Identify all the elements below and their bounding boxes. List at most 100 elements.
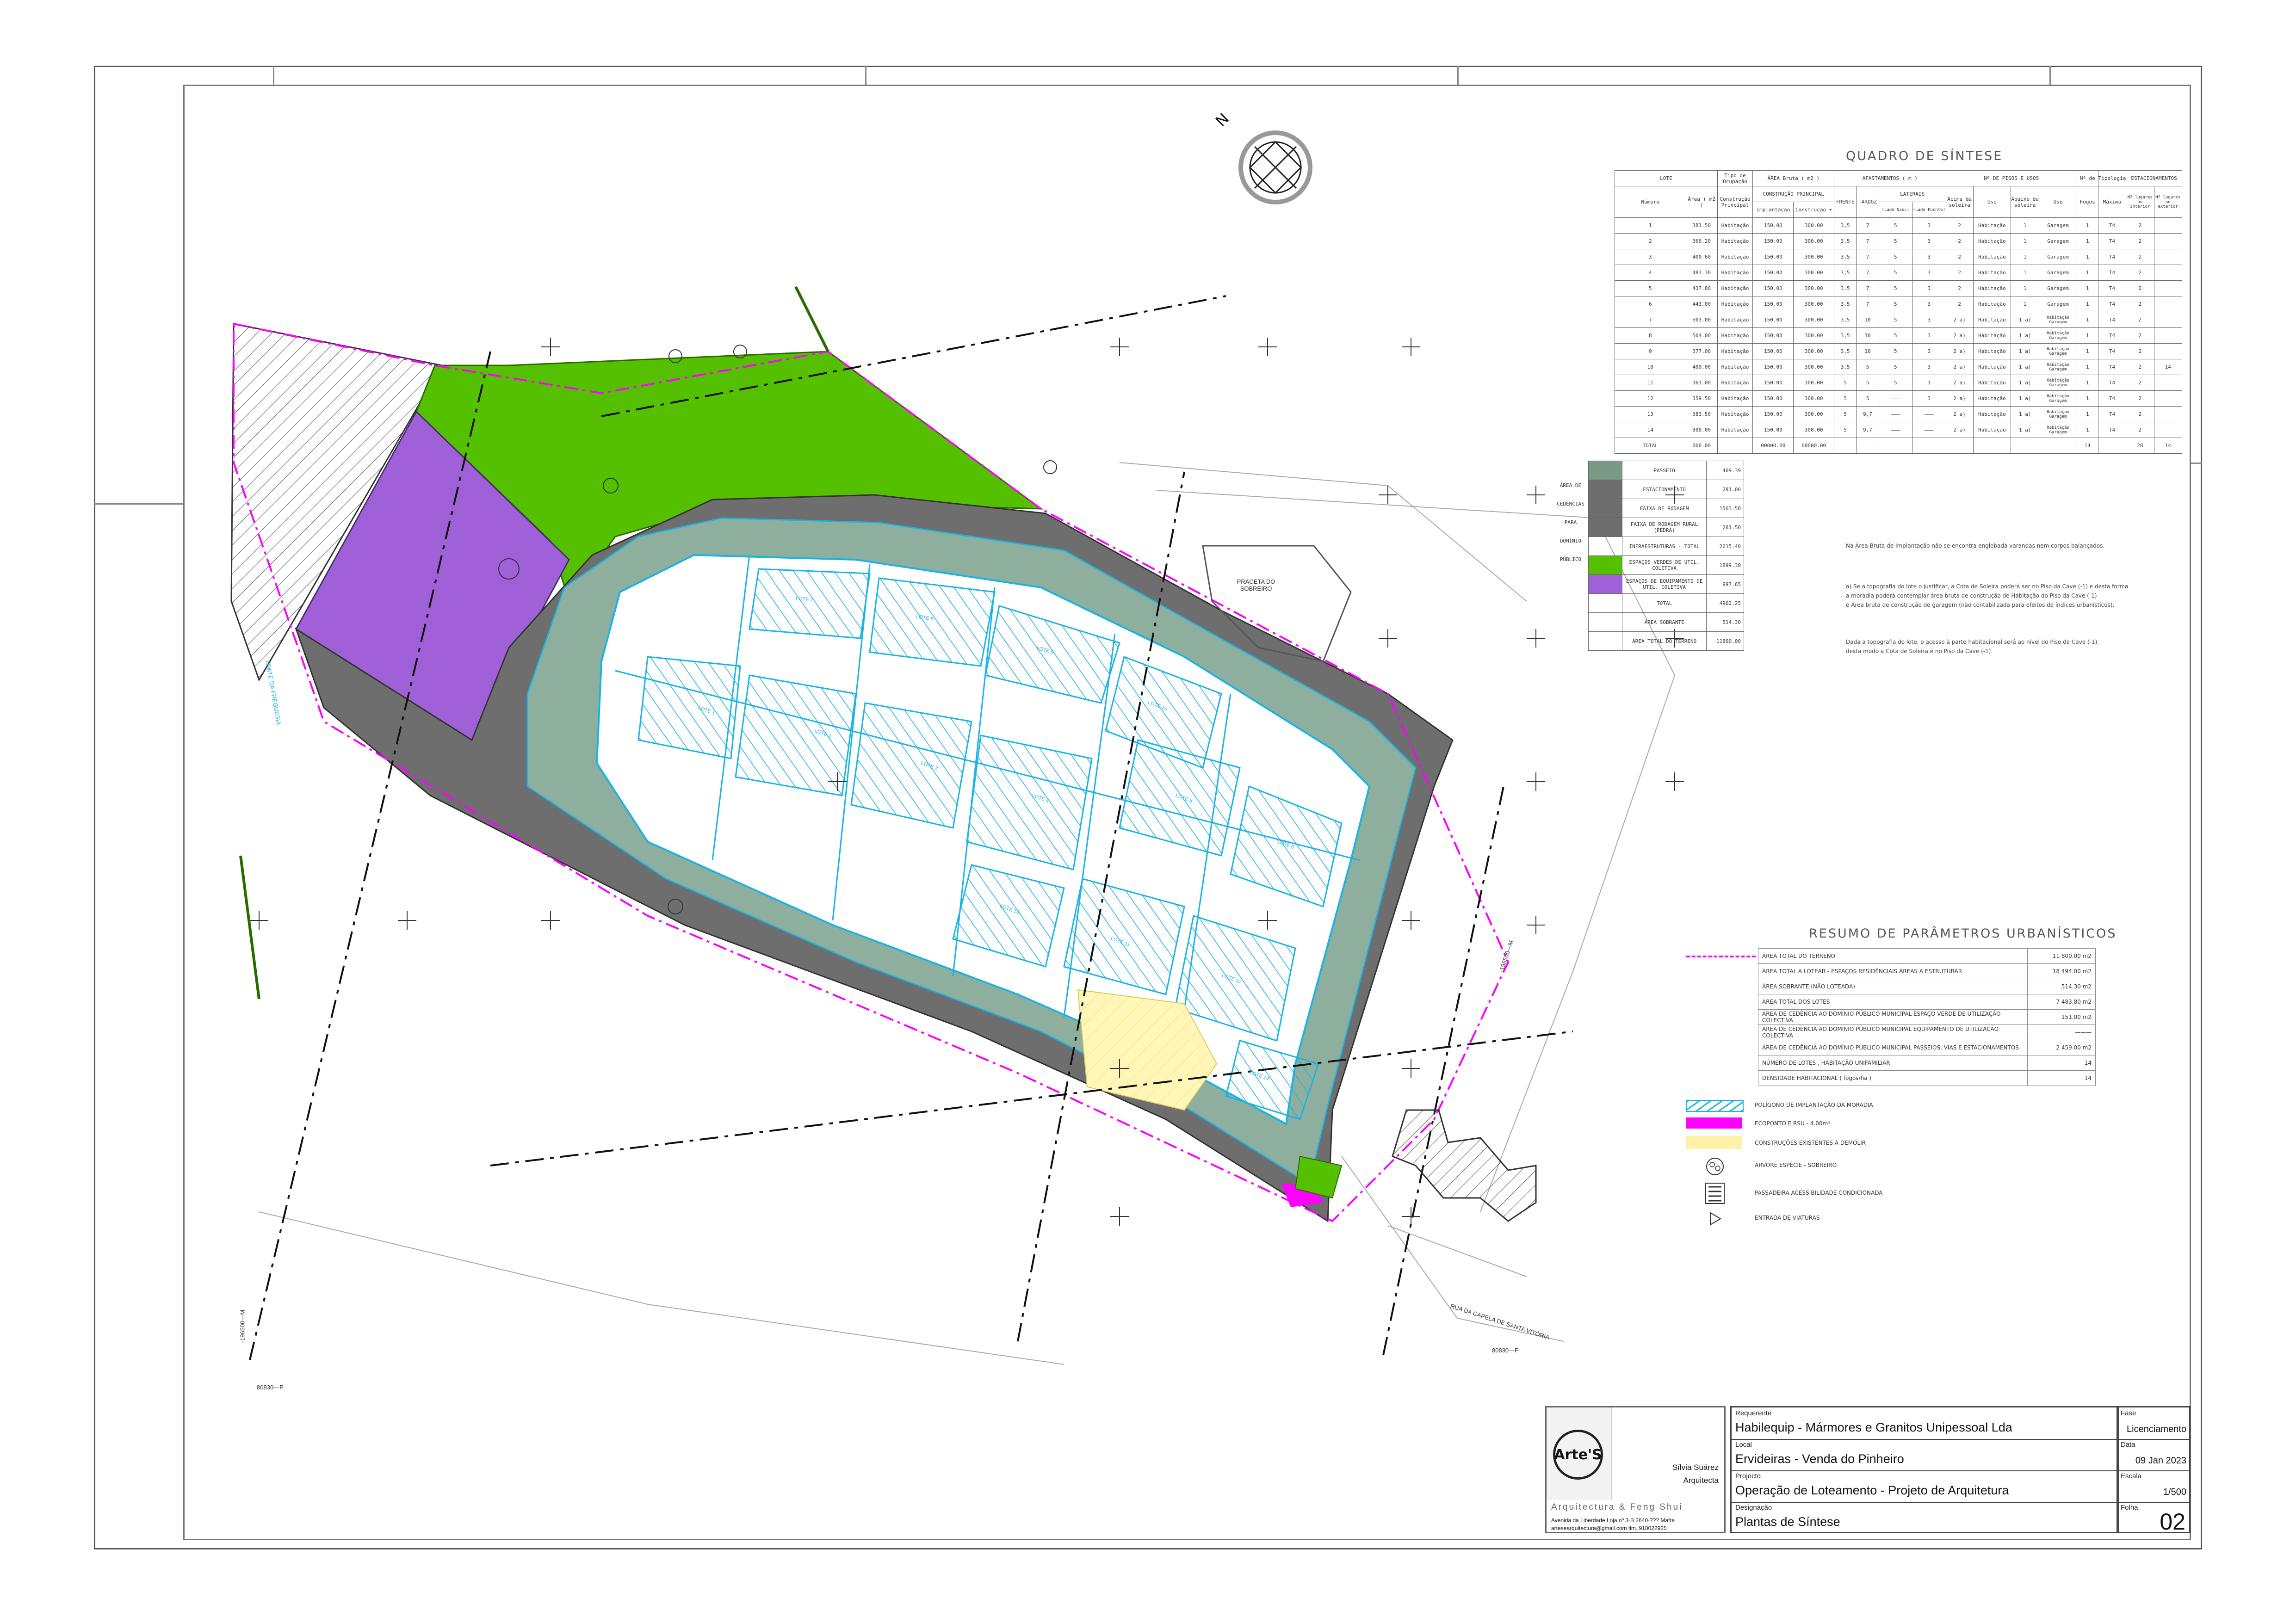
cedencias-label: PASSEIO	[1622, 461, 1707, 480]
note-2-line: a) Se a topografia do lote o justificar,…	[1846, 583, 2129, 590]
table-cell: 10	[1856, 343, 1879, 359]
parameter-value: 18 494.00 m2	[2027, 963, 2096, 979]
table-cell: 150.00	[1752, 217, 1794, 234]
table-cell: Habitação	[1717, 375, 1753, 391]
col-area: Área ( m2 )	[1685, 186, 1718, 218]
table-row: 9 377.00 Habitação 150.00 300.00 3,5 10 5 3 2 a) H…	[1615, 343, 2183, 359]
architect-role: Arquitecta	[1683, 1476, 1719, 1485]
table-cell: T4	[2098, 217, 2127, 234]
table-row: 2 366.20 Habitação 150.00 300.00 3,5 7 5 3 2 Habit…	[1615, 233, 2183, 249]
legend-item: ECOPONTO E RSU - 4.00m²	[1686, 1115, 2149, 1133]
cedencias-swatch	[1588, 612, 1623, 632]
table-row: 6 443.00 Habitação 150.00 300.00 3,5 7 5 3 2 Habit…	[1615, 296, 2183, 312]
table-cell	[2154, 217, 2183, 234]
table-cell: 9,7	[1856, 422, 1879, 438]
table-cell: 2	[1945, 280, 1974, 296]
table-cell: 150.00	[1752, 406, 1794, 422]
table-cell: 7	[1856, 280, 1879, 296]
table-cell: 3,5	[1834, 312, 1857, 328]
table-cell: 3,5	[1834, 249, 1857, 265]
architect-name: Sílvia Suárez	[1672, 1463, 1719, 1472]
parameter-value: ———	[2027, 1024, 2096, 1040]
logo: Arte'S	[1553, 1430, 1603, 1480]
col-numero: Número	[1615, 186, 1686, 218]
parameter-value: 11 800.00 m2	[2027, 948, 2096, 964]
cedencias-row: ÁREA TOTAL DO TERRENO 11800.00	[1554, 631, 1744, 651]
cedencias-side-word: PARA	[1564, 519, 1577, 525]
table-cell: 150.00	[1752, 296, 1794, 312]
note-3: Dada a topografia do lote, o acesso à pa…	[1846, 637, 2099, 656]
table-cell: T4	[2098, 359, 2127, 375]
table-cell: 2	[2126, 217, 2154, 234]
table-cell: 5	[1878, 343, 1913, 359]
designacao-label: Designação	[1735, 1504, 1772, 1512]
parameter-row: DENSIDADE HABITACIONAL ( fogos/ha ) 14	[1758, 1070, 2096, 1086]
col-est-int: Nº lugares no interior	[2126, 186, 2154, 218]
parameter-row: NÚMERO DE LOTES , HABITAÇÃO UNIFAMILIAR 1…	[1758, 1055, 2096, 1071]
table-cell	[2154, 390, 2183, 407]
col-lote: LOTE	[1615, 170, 1718, 186]
table-cell: 11	[1615, 375, 1686, 391]
col-estacionamentos: ESTACIONAMENTOS	[2126, 170, 2182, 186]
table-cell: 2 a)	[1945, 375, 1974, 391]
col-uso1: Uso	[1973, 186, 2011, 218]
table-cell	[2154, 249, 2183, 265]
table-cell: Garagem	[2039, 233, 2077, 249]
table-cell	[2154, 343, 2183, 359]
table-cell	[2154, 296, 2183, 312]
folha-cell: Folha 02	[2118, 1502, 2189, 1535]
table-cell: ———	[1878, 390, 1913, 407]
col-uso2: Uso	[2039, 186, 2077, 218]
table-row: 3 400.60 Habitação 150.00 300.00 3,5 7 5 3 2 Habit…	[1615, 249, 2183, 265]
table-cell: 1 a)	[2010, 327, 2040, 344]
table-cell: Habitação	[1973, 359, 2011, 375]
legend-label: ÁRVORE ESPÉCIE - SOBREIRO	[1755, 1162, 1837, 1168]
table-cell	[2154, 233, 2183, 249]
table-row: 14 300.00 Habitação 150.00 300.00 5 9,7 ——— ——— 2…	[1615, 422, 2183, 438]
table-cell	[2154, 375, 2183, 391]
col-abaixo: Abaixo da soleira	[2010, 186, 2040, 218]
table-cell: 3,5	[1834, 217, 1857, 234]
table-cell: 5	[1856, 359, 1879, 375]
parameter-value: 151.00 m2	[2027, 1009, 2096, 1025]
total-imp: 00000.00	[1752, 438, 1794, 454]
legend-item: CONSTRUÇÕES EXISTENTES A DEMOLIR	[1686, 1133, 2149, 1154]
table-cell: 150.00	[1752, 422, 1794, 438]
table-cell: T4	[2098, 406, 2127, 422]
table-cell: T4	[2098, 422, 2127, 438]
table-cell	[2154, 406, 2183, 422]
project-info-block: Requerente Habilequip - Mármores e Grani…	[1730, 1406, 2119, 1533]
table-cell: 300.00	[1793, 375, 1835, 391]
table-cell: 2 a)	[1945, 359, 1974, 375]
legend-item: PASSADEIRA ACESSIBILIDADE CONDICIONADA	[1686, 1179, 2149, 1207]
cedencias-swatch	[1588, 480, 1623, 499]
table-cell: 2	[2126, 375, 2154, 391]
parameter-label: ÁREA DE CEDÊNCIA AO DOMÍNIO PÚBLICO MUNI…	[1758, 1040, 2028, 1055]
col-lat2: (Lado Poente)	[1912, 202, 1946, 218]
escala-cell: Escala 1/500	[2118, 1470, 2189, 1503]
boundary-stub	[794, 286, 829, 352]
legend-item: ENTRADA DE VIATURAS	[1686, 1207, 2149, 1230]
table-cell: 3,5	[1834, 359, 1857, 375]
parameter-label: ÁREA DE CEDÊNCIA AO DOMÍNIO PÚBLICO MUNI…	[1758, 1009, 2028, 1025]
north-arrow	[1238, 130, 1312, 204]
table-cell: 8	[1615, 327, 1686, 344]
fase-value: Licenciamento	[2127, 1424, 2186, 1434]
table-cell: Habitação	[1717, 312, 1753, 328]
projecto-cell: Projecto Operação de Loteamento - Projet…	[1732, 1470, 2117, 1503]
col-implantacao: Implantação	[1752, 202, 1794, 218]
col-construcao-plus: Construção +	[1793, 202, 1835, 218]
cedencias-value: 281.50	[1706, 518, 1744, 537]
table-cell: Habitação	[1973, 280, 2011, 296]
local-value: Ervideiras - Venda do Pinheiro	[1735, 1452, 1904, 1466]
table-cell: 2	[2126, 280, 2154, 296]
table-cell: ———	[1878, 406, 1913, 422]
table-cell: 300.00	[1793, 327, 1835, 344]
table-cell: 3	[1912, 249, 1946, 265]
table-cell: 2	[1945, 265, 1974, 281]
table-cell: 1	[1615, 217, 1686, 234]
table-cell: 443.00	[1685, 296, 1718, 312]
table-cell: 300.00	[1793, 312, 1835, 328]
requerente-value: Habilequip - Mármores e Granitos Unipess…	[1735, 1420, 2012, 1434]
col-tardoz: TARDOZ	[1856, 186, 1879, 218]
